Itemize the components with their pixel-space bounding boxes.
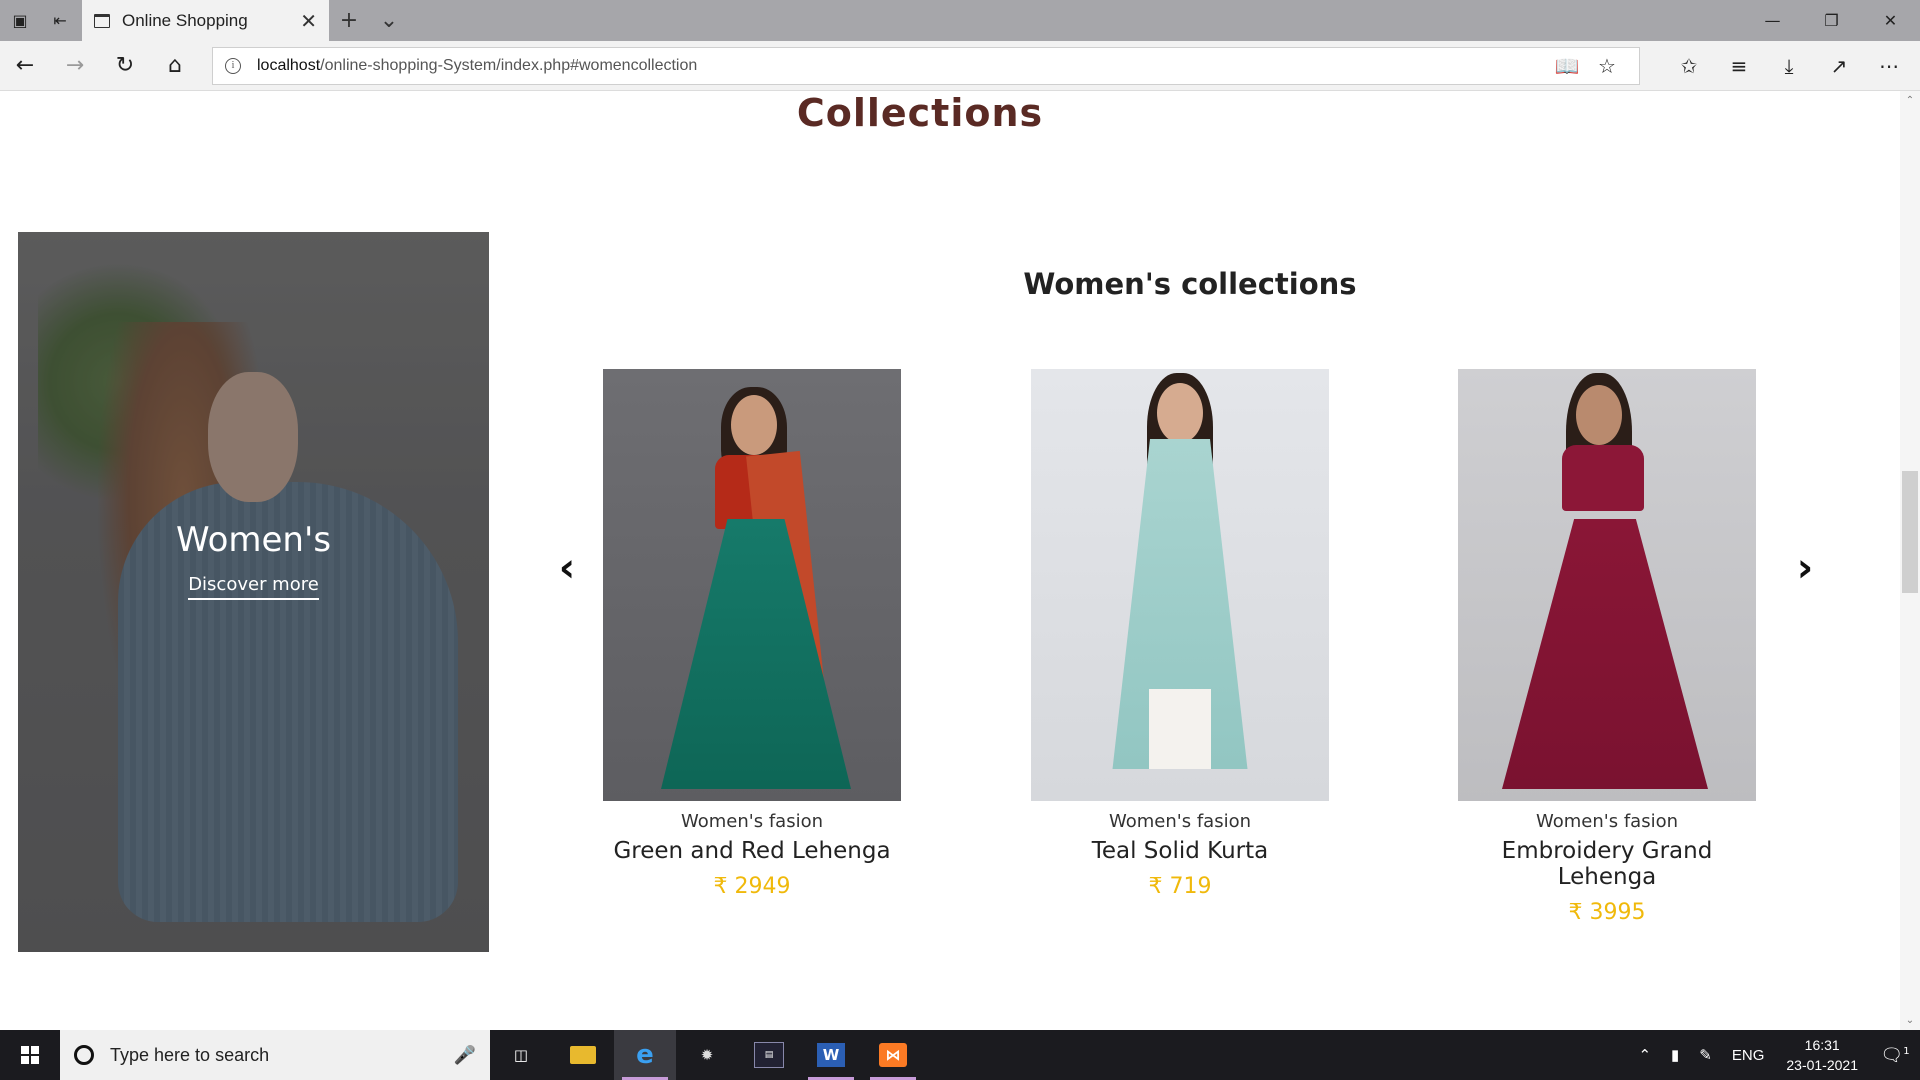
page-scrollbar[interactable]: ⌃ ⌄ — [1900, 91, 1920, 1030]
refresh-icon[interactable]: ↻ — [100, 41, 150, 91]
url-text[interactable]: localhost/online-shopping-System/index.p… — [257, 57, 1547, 75]
page-icon — [94, 13, 110, 28]
product-price: ₹ 3995 — [1568, 900, 1646, 925]
discover-more-link[interactable]: Discover more — [188, 574, 319, 600]
feature-title: Women's — [175, 520, 332, 560]
url-field[interactable]: i localhost/online-shopping-System/index… — [212, 46, 1640, 85]
pen-icon[interactable]: ✎ — [1689, 1046, 1722, 1064]
favorites-icon[interactable]: ✩ — [1664, 54, 1714, 78]
cortana-icon — [74, 1045, 94, 1065]
taskbar-search[interactable]: Type here to search 🎤 — [60, 1030, 490, 1080]
battery-icon[interactable]: ▮ — [1661, 1046, 1689, 1064]
scroll-down-icon[interactable]: ⌄ — [1904, 1015, 1916, 1026]
window-controls: — ❐ ✕ — [1743, 0, 1920, 41]
tab-title: Online Shopping — [122, 10, 248, 30]
new-tab-icon[interactable]: + — [329, 0, 369, 41]
word-icon[interactable]: W — [800, 1030, 862, 1080]
product-name[interactable]: Teal Solid Kurta — [1031, 838, 1329, 864]
start-button[interactable] — [0, 1030, 60, 1080]
more-options-icon[interactable]: ⋯ — [1864, 54, 1914, 78]
womens-collections-heading: Women's collections — [1023, 267, 1357, 301]
show-hidden-icons-chevron-icon[interactable]: ⌃ — [1628, 1046, 1661, 1064]
clock-date: 23-01-2021 — [1786, 1057, 1858, 1073]
language-indicator[interactable]: ENG — [1722, 1047, 1775, 1064]
site-info-icon[interactable]: i — [225, 57, 241, 74]
taskbar-search-placeholder[interactable]: Type here to search — [110, 1045, 454, 1066]
tab-list-chevron-icon[interactable]: ⌄ — [369, 0, 409, 41]
close-tab-icon[interactable]: ✕ — [300, 9, 317, 33]
edge-browser-icon[interactable]: e — [614, 1030, 676, 1080]
browser-tab-bar: ▣ ⇤ Online Shopping ✕ + ⌄ — ❐ ✕ — [0, 0, 1920, 41]
download-icon[interactable]: ⤓ — [1764, 54, 1814, 78]
minimize-icon[interactable]: — — [1743, 0, 1802, 41]
carousel-prev-icon[interactable]: ‹ — [552, 545, 582, 591]
windows-taskbar: Type here to search 🎤 ◫ e ✹ ▤ W ⋈ ⌃ ▮ ✎ … — [0, 1030, 1920, 1080]
product-image[interactable] — [603, 369, 901, 801]
womens-feature-banner[interactable]: Women's Discover more — [18, 232, 489, 952]
collections-heading: Collections — [796, 91, 1044, 135]
product-image[interactable] — [1458, 369, 1756, 801]
spider-app-icon[interactable]: ✹ — [676, 1030, 738, 1080]
notification-count: 1 — [1903, 1045, 1910, 1057]
back-icon[interactable]: ← — [0, 41, 50, 91]
restore-icon[interactable]: ❐ — [1802, 0, 1861, 41]
tab-actions-icon[interactable]: ▣ — [0, 0, 40, 41]
product-image[interactable] — [1031, 369, 1329, 801]
microphone-icon[interactable]: 🎤 — [454, 1045, 476, 1066]
product-price: ₹ 719 — [1148, 874, 1212, 899]
file-explorer-icon[interactable] — [552, 1030, 614, 1080]
address-bar: ← → ↻ ⌂ i localhost/online-shopping-Syst… — [0, 41, 1920, 91]
notification-center-icon[interactable]: 🗨1 — [1870, 1045, 1920, 1066]
forward-icon[interactable]: → — [50, 41, 100, 91]
product-card[interactable]: Women's fasion Embroidery Grand Lehenga … — [1458, 369, 1756, 925]
product-category: Women's fasion — [1109, 811, 1251, 832]
browser-toolbar: ✩ ≡ ⤓ ↗ ⋯ — [1664, 54, 1914, 78]
discover-more-wrap: Discover more — [18, 574, 489, 600]
clock[interactable]: 16:31 23-01-2021 — [1774, 1035, 1870, 1075]
url-host: localhost — [257, 56, 321, 74]
mysql-workbench-icon[interactable]: ▤ — [738, 1030, 800, 1080]
clock-time: 16:31 — [1804, 1037, 1840, 1053]
browser-tab[interactable]: Online Shopping ✕ — [82, 0, 329, 41]
windows-logo-icon — [21, 1046, 39, 1064]
scroll-thumb[interactable] — [1902, 471, 1918, 593]
page-content: Collections Women's Discover more Women'… — [0, 91, 1900, 1030]
scroll-up-icon[interactable]: ⌃ — [1904, 95, 1916, 106]
product-card[interactable]: Women's fasion Teal Solid Kurta ₹ 719 — [1031, 369, 1329, 899]
hub-icon[interactable]: ≡ — [1714, 54, 1764, 78]
home-icon[interactable]: ⌂ — [150, 41, 200, 91]
product-category: Women's fasion — [1536, 811, 1678, 832]
product-card[interactable]: Women's fasion Green and Red Lehenga ₹ 2… — [603, 369, 901, 899]
share-icon[interactable]: ↗ — [1814, 54, 1864, 78]
favorite-star-icon[interactable]: ☆ — [1587, 54, 1627, 78]
url-path: /online-shopping-System/index.php#womenc… — [320, 56, 698, 74]
product-name[interactable]: Green and Red Lehenga — [603, 838, 901, 864]
product-price: ₹ 2949 — [713, 874, 791, 899]
system-tray: ⌃ ▮ ✎ ENG 16:31 23-01-2021 🗨1 — [1628, 1030, 1920, 1080]
xampp-icon[interactable]: ⋈ — [862, 1030, 924, 1080]
reading-view-icon[interactable]: 📖 — [1547, 54, 1587, 78]
product-name[interactable]: Embroidery Grand Lehenga — [1458, 838, 1756, 890]
task-view-icon[interactable]: ◫ — [490, 1030, 552, 1080]
set-tabs-aside-icon[interactable]: ⇤ — [40, 0, 80, 41]
carousel-next-icon[interactable]: › — [1790, 545, 1820, 591]
product-category: Women's fasion — [681, 811, 823, 832]
close-window-icon[interactable]: ✕ — [1861, 0, 1920, 41]
